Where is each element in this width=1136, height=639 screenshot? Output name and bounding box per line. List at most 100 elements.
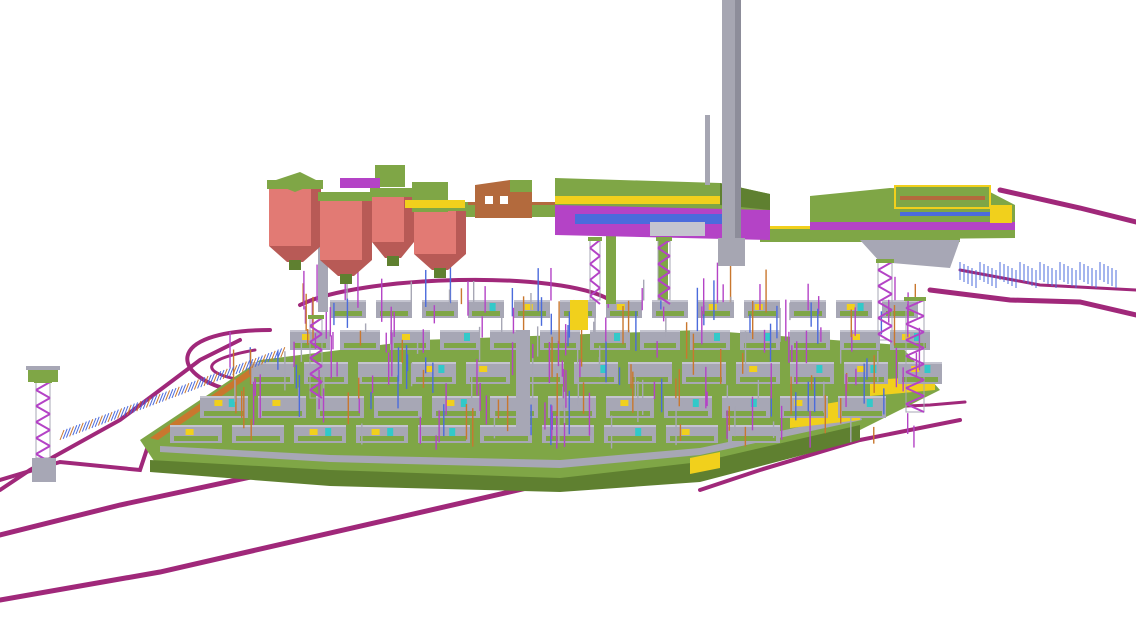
brown-building-green <box>510 180 532 192</box>
chimney-small <box>705 115 710 185</box>
basin-floor <box>644 343 676 348</box>
equipment-yellow <box>852 334 860 340</box>
basin-wall-top <box>356 425 408 427</box>
basin-wall-top <box>836 300 872 302</box>
equipment-yellow <box>185 429 194 435</box>
silo-shade <box>362 200 372 260</box>
basin-wall-top <box>422 300 458 302</box>
basin-wall-top <box>514 300 550 302</box>
watch-tower-cabin-roof <box>26 366 60 370</box>
equipment-cyan <box>866 399 873 407</box>
basin-floor <box>656 311 684 316</box>
basin-floor <box>416 377 452 382</box>
basin-floor <box>726 411 766 416</box>
basin-floor <box>472 311 500 316</box>
equipment-yellow <box>425 366 434 372</box>
basin-floor <box>298 436 342 441</box>
brown-building-window <box>485 196 493 204</box>
equipment-cyan <box>692 399 699 407</box>
equipment-cyan <box>924 365 931 373</box>
equipment-cyan <box>325 428 332 436</box>
equipment-yellow <box>749 366 758 372</box>
silo-outlet <box>434 268 446 278</box>
equipment-yellow <box>302 334 310 340</box>
watch-tower-base <box>32 458 56 482</box>
silo-top-conveyor <box>340 178 380 188</box>
silo-roof <box>370 188 416 197</box>
equipment-yellow <box>309 429 318 435</box>
basin-wall-top <box>466 362 510 364</box>
basin-floor <box>360 436 404 441</box>
basin-floor <box>594 343 626 348</box>
basin-wall-top <box>170 425 222 427</box>
basin-wall-top <box>780 396 828 398</box>
equipment-yellow <box>754 304 763 310</box>
basin-floor <box>610 411 650 416</box>
small-brown-building <box>475 180 532 218</box>
basin-wall-top <box>232 425 284 427</box>
basin-floor <box>686 377 722 382</box>
basin-wall-top <box>628 362 672 364</box>
basin-wall-top <box>690 330 730 332</box>
basin-floor <box>444 343 476 348</box>
silo-outlet <box>387 256 399 266</box>
equipment-yellow <box>708 304 717 310</box>
equipment-yellow <box>214 400 223 406</box>
road-northeast <box>997 187 1136 225</box>
basin-floor <box>552 411 592 416</box>
basin-wall-top <box>838 396 886 398</box>
road-southwest-long <box>0 482 543 603</box>
basin-floor <box>784 411 824 416</box>
basin-wall-top <box>664 396 712 398</box>
stair-tower-west-flights <box>35 381 51 463</box>
basin-floor <box>610 311 638 316</box>
equipment-yellow <box>620 400 629 406</box>
basin-floor <box>842 411 882 416</box>
watch-tower-west <box>26 366 60 482</box>
equipment-yellow <box>446 400 455 406</box>
bridge-support-column <box>606 232 616 304</box>
equipment-cyan <box>464 333 470 341</box>
silo-cone <box>414 254 466 270</box>
basin-wall-top <box>606 396 654 398</box>
basin-floor <box>308 377 344 382</box>
equipment-cyan <box>750 399 757 407</box>
basin-wall-top <box>640 330 680 332</box>
basin-floor <box>436 411 476 416</box>
basin-wall-top <box>744 300 780 302</box>
yellow-platform <box>570 300 588 330</box>
basin-wall-top <box>200 396 248 398</box>
brown-building-window-2 <box>500 196 508 204</box>
basin-floor <box>608 436 652 441</box>
silo-top-walkway <box>405 200 465 208</box>
3d-model-viewport[interactable] <box>0 0 1136 639</box>
basin-wall-top <box>412 362 456 364</box>
basin-wall-top <box>844 362 888 364</box>
silo-cone <box>269 246 321 262</box>
basin-wall-top <box>440 330 480 332</box>
watch-tower-cabin <box>28 368 58 382</box>
basin-floor <box>702 311 730 316</box>
industrial-plant-3d-model <box>0 0 1136 603</box>
basin-floor <box>320 411 360 416</box>
silo-outlet <box>289 260 301 270</box>
basin-floor <box>794 343 826 348</box>
basin-floor <box>422 436 466 441</box>
basin-wall-top <box>722 396 770 398</box>
stair-tower-bridge-landing <box>588 237 602 241</box>
equipment-cyan <box>489 303 496 311</box>
east-building-purple-band <box>810 222 1015 230</box>
chimney-tall-shade <box>735 0 741 265</box>
basin-floor <box>546 436 590 441</box>
basin-wall-top <box>304 362 348 364</box>
equipment-cyan <box>449 428 456 436</box>
equipment-cyan <box>816 365 823 373</box>
equipment-cyan <box>870 365 877 373</box>
basin-wall-top <box>590 330 630 332</box>
basin-floor <box>174 436 218 441</box>
east-building-window-1 <box>900 196 985 200</box>
basin-wall-top <box>294 425 346 427</box>
basin-wall-top <box>666 425 718 427</box>
basin-floor <box>484 436 528 441</box>
basin-floor <box>378 411 418 416</box>
